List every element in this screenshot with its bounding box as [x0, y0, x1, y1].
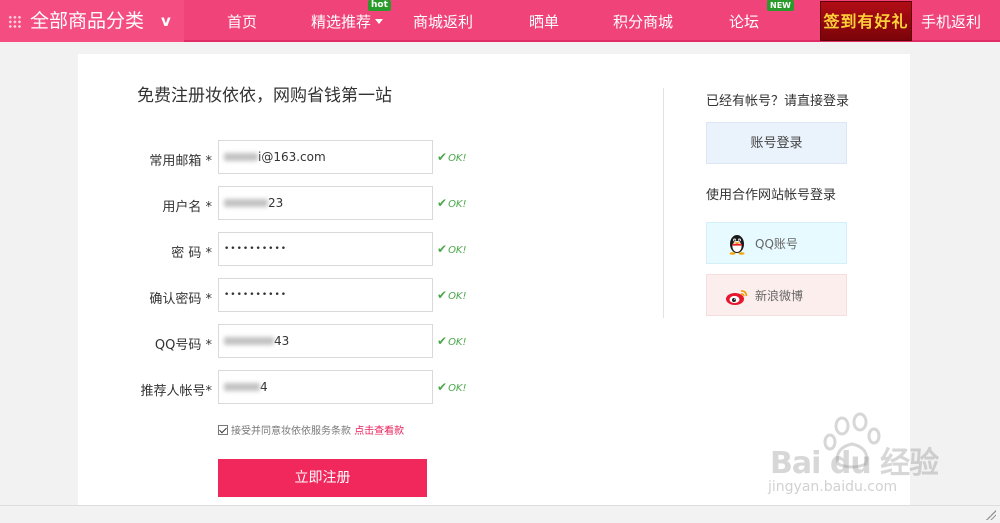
confirm-password-field[interactable]: •••••••••• [218, 278, 433, 312]
page-title: 免费注册妆依依，网购省钱第一站 [137, 86, 392, 106]
terms-agreement: 接受并同意妆依依服务条款 点击查看款 [218, 425, 404, 439]
username-field[interactable]: 23 [218, 186, 433, 220]
weibo-login-label: 新浪微博 [755, 289, 804, 303]
nav-item-mobile-rebate[interactable]: 手机返利 [918, 0, 984, 42]
watermark-brand: Bai du 经验 [770, 446, 939, 481]
weibo-icon [726, 290, 748, 305]
blurred-text [224, 383, 260, 391]
vertical-divider [663, 88, 664, 318]
check-icon: ✔ [437, 288, 448, 302]
all-categories-menu[interactable]: 全部商品分类 v [0, 0, 184, 42]
blurred-text [224, 153, 258, 161]
username-ok-status: ✔OK! [437, 196, 467, 210]
password-field[interactable]: •••••••••• [218, 232, 433, 266]
referrer-ok-status: ✔OK! [437, 380, 467, 394]
have-account-text: 已经有帐号？请直接登录 [706, 94, 850, 109]
qq-login-button[interactable]: QQ账号 [706, 222, 847, 264]
partner-login-text: 使用合作网站帐号登录 [706, 188, 837, 203]
check-icon: ✔ [437, 334, 448, 348]
qq-number-label: QQ号码 * [154, 338, 212, 353]
watermark-url: jingyan.baidu.com [768, 479, 898, 495]
nav-item-home[interactable]: 首页 [222, 0, 262, 42]
referrer-field[interactable]: 4 [218, 370, 433, 404]
check-icon: ✔ [437, 196, 448, 210]
password-label: 密 码 * [171, 246, 212, 261]
check-icon: ✔ [437, 150, 448, 164]
all-categories-label: 全部商品分类 [30, 10, 145, 32]
grid-dots-icon [8, 15, 22, 29]
qq-number-ok-status: ✔OK! [437, 334, 467, 348]
account-login-button[interactable]: 账号登录 [706, 122, 847, 164]
view-terms-link[interactable]: 点击查看款 [354, 426, 404, 437]
hot-badge: hot [368, 0, 391, 11]
chevron-down-icon: v [161, 12, 171, 30]
weibo-login-button[interactable]: 新浪微博 [706, 274, 847, 316]
referrer-label: 推荐人帐号* [140, 384, 212, 399]
new-badge: NEW [767, 0, 794, 11]
qq-login-label: QQ账号 [755, 237, 798, 251]
nav-item-points-mall[interactable]: 积分商城 [609, 0, 677, 42]
terms-checkbox[interactable] [218, 425, 228, 435]
email-label: 常用邮箱 * [149, 154, 212, 169]
email-ok-status: ✔OK! [437, 150, 467, 164]
terms-text: 接受并同意妆依依服务条款 [231, 426, 351, 437]
top-nav: 全部商品分类 v 首页 精选推荐 hot 商城返利 晒单 积分商城 论坛 NEW… [0, 0, 1000, 42]
confirm-password-label: 确认密码 * [149, 292, 212, 307]
password-ok-status: ✔OK! [437, 242, 467, 256]
nav-item-share-order[interactable]: 晒单 [524, 0, 564, 42]
nav-item-forum[interactable]: 论坛 [724, 0, 764, 42]
nav-item-mall-rebate[interactable]: 商城返利 [410, 0, 476, 42]
email-field[interactable]: i@163.com [218, 140, 433, 174]
qq-penguin-icon [729, 235, 745, 255]
blurred-text [224, 337, 274, 345]
check-icon: ✔ [437, 380, 448, 394]
bottom-status-bar [0, 505, 1000, 523]
username-label: 用户名 * [162, 200, 212, 215]
confirm-password-ok-status: ✔OK! [437, 288, 467, 302]
sign-in-gift-banner[interactable]: 签到有好礼 [820, 1, 912, 41]
register-button[interactable]: 立即注册 [218, 459, 427, 497]
qq-number-field[interactable]: 43 [218, 324, 433, 358]
caret-down-icon [375, 19, 383, 24]
blurred-text [224, 199, 268, 207]
resize-grip-icon[interactable] [986, 510, 996, 520]
check-icon: ✔ [437, 242, 448, 256]
